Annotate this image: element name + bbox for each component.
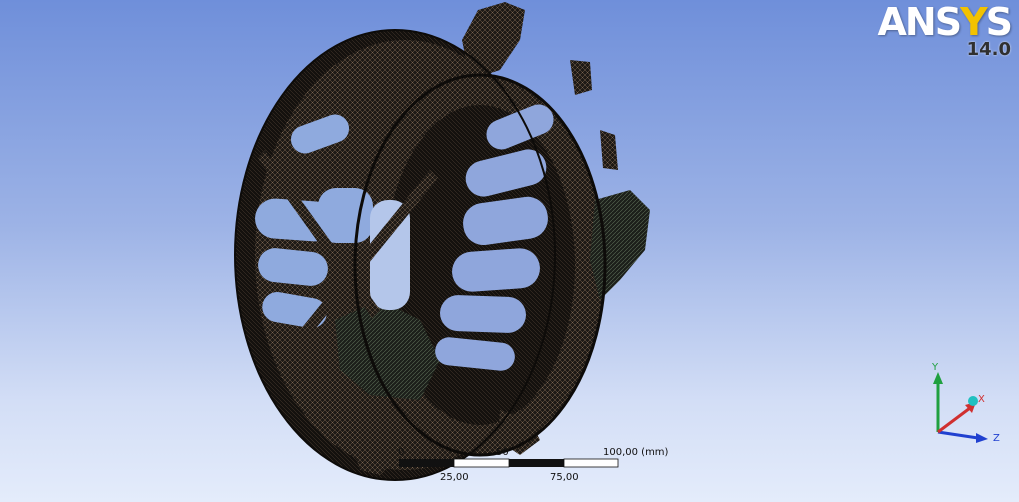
axis-y-label: Y	[932, 362, 939, 373]
scale-bar: 0 50 100,00 (mm) 25,00 75,00	[398, 446, 698, 486]
top-lug	[462, 2, 525, 80]
axis-x-label: X	[978, 394, 985, 405]
scale-end-label: 100,00 (mm)	[603, 447, 669, 458]
right-tab-upper	[570, 60, 592, 95]
axis-z-label: Z	[993, 433, 1000, 444]
right-tab-mid	[600, 130, 618, 170]
scale-start-label: 0	[398, 447, 405, 458]
axis-triad[interactable]: Y X Z	[920, 360, 1010, 454]
meshed-model[interactable]	[0, 0, 1019, 502]
graphics-viewport[interactable]: ANSYS 14.0 0 50 100,00 (mm) 25,00 75,00 …	[0, 0, 1019, 502]
scale-mid-label: 50	[496, 447, 509, 458]
scale-three-quarter-label: 75,00	[550, 472, 579, 483]
brand-wordmark: ANSYS	[877, 0, 1014, 44]
ansys-logo: ANSYS 14.0	[877, 0, 1014, 60]
scale-quarter-label: 25,00	[440, 472, 469, 483]
